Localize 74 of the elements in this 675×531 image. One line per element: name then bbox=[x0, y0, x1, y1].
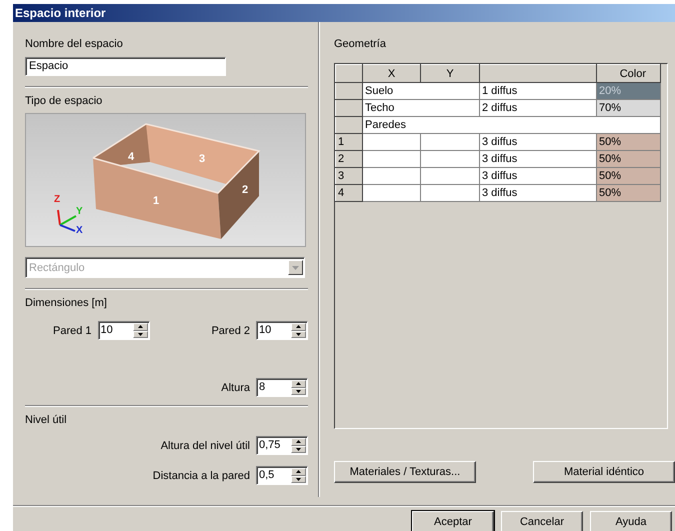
wall-number-label: 3 bbox=[199, 153, 206, 165]
table-cell: 1 diffus bbox=[480, 82, 596, 100]
table-cell bbox=[362, 134, 420, 150]
row-header: 2 bbox=[336, 150, 362, 168]
section-label: Nombre del espacio bbox=[25, 38, 124, 50]
axes-icon bbox=[57, 210, 76, 232]
color-cell[interactable]: 50% bbox=[596, 150, 660, 168]
table-cell: 3 diffus bbox=[480, 184, 596, 202]
color-cell[interactable]: 70% bbox=[596, 100, 660, 116]
up-arrow-icon bbox=[138, 325, 143, 328]
column-header: X bbox=[362, 64, 420, 82]
dialog-button[interactable]: Cancelar bbox=[501, 511, 583, 531]
spin-button[interactable] bbox=[291, 323, 306, 338]
action-button[interactable]: Material idéntico bbox=[533, 461, 675, 483]
color-cell[interactable]: 50% bbox=[596, 168, 660, 184]
color-cell[interactable]: 50% bbox=[596, 134, 660, 150]
field-label: Distancia a la pared bbox=[152, 470, 250, 482]
table-cell bbox=[420, 150, 480, 168]
up-arrow-icon bbox=[296, 440, 301, 444]
spin-button[interactable] bbox=[291, 380, 306, 395]
up-arrow-icon bbox=[296, 325, 301, 328]
wall-number-label: 1 bbox=[153, 195, 160, 207]
dialog-button[interactable]: Ayuda bbox=[590, 511, 672, 531]
axis-label: Y bbox=[76, 206, 83, 217]
number-field[interactable]: 0,5 bbox=[256, 466, 308, 485]
row-header: 4 bbox=[336, 184, 362, 202]
field-label: Altura bbox=[221, 382, 250, 394]
field-label: Pared 2 bbox=[211, 324, 250, 336]
section-label: Dimensiones [m] bbox=[25, 297, 108, 309]
table-cell bbox=[420, 134, 480, 150]
table-cell: 3 diffus bbox=[480, 134, 596, 150]
table-cell bbox=[420, 184, 480, 202]
number-field[interactable]: 0,75 bbox=[256, 436, 308, 455]
table-cell: Techo bbox=[362, 100, 480, 116]
down-arrow-icon bbox=[296, 332, 301, 336]
spin-button[interactable] bbox=[291, 468, 306, 483]
dialog-button[interactable]: Aceptar bbox=[412, 511, 494, 531]
up-arrow-icon bbox=[296, 382, 301, 386]
name-field[interactable]: Espacio bbox=[25, 57, 226, 76]
column-header: Y bbox=[420, 64, 480, 82]
number-field[interactable]: 8 bbox=[256, 378, 308, 397]
column-header: Color bbox=[596, 64, 660, 82]
section-label: Tipo de espacio bbox=[25, 95, 104, 107]
down-arrow-icon bbox=[296, 390, 301, 393]
table-cell: Paredes bbox=[362, 116, 660, 134]
wall-number-label: 2 bbox=[242, 184, 248, 196]
color-cell[interactable]: 50% bbox=[596, 184, 660, 202]
axis-label: X bbox=[76, 225, 83, 236]
table-cell bbox=[362, 150, 420, 168]
number-field[interactable]: 10 bbox=[98, 321, 150, 340]
row-header: 3 bbox=[336, 168, 362, 184]
action-button[interactable]: Materiales / Texturas... bbox=[334, 461, 476, 483]
table-cell bbox=[362, 184, 420, 202]
field-label: Altura del nivel útil bbox=[160, 440, 250, 452]
spin-button[interactable] bbox=[132, 323, 148, 338]
section-label: Nivel útil bbox=[25, 414, 68, 426]
table-cell: Suelo bbox=[362, 82, 480, 100]
number-field[interactable]: 10 bbox=[256, 321, 308, 340]
down-arrow-icon bbox=[138, 332, 143, 336]
window-title: Espacio interior bbox=[13, 4, 675, 22]
table-cell: 3 diffus bbox=[480, 150, 596, 168]
field-label: Pared 1 bbox=[53, 324, 92, 336]
wall-number-label: 4 bbox=[128, 151, 134, 163]
table-cell bbox=[420, 168, 480, 184]
axis-label: Z bbox=[54, 194, 60, 205]
down-arrow-icon bbox=[296, 478, 301, 481]
table-cell: 3 diffus bbox=[480, 168, 596, 184]
table-cell: 2 diffus bbox=[480, 100, 596, 116]
spin-button[interactable] bbox=[291, 438, 306, 453]
row-header: 1 bbox=[336, 134, 362, 150]
down-arrow-icon bbox=[296, 448, 301, 451]
section-label: Geometría bbox=[334, 38, 387, 50]
up-arrow-icon bbox=[296, 470, 301, 474]
table-cell bbox=[362, 168, 420, 184]
